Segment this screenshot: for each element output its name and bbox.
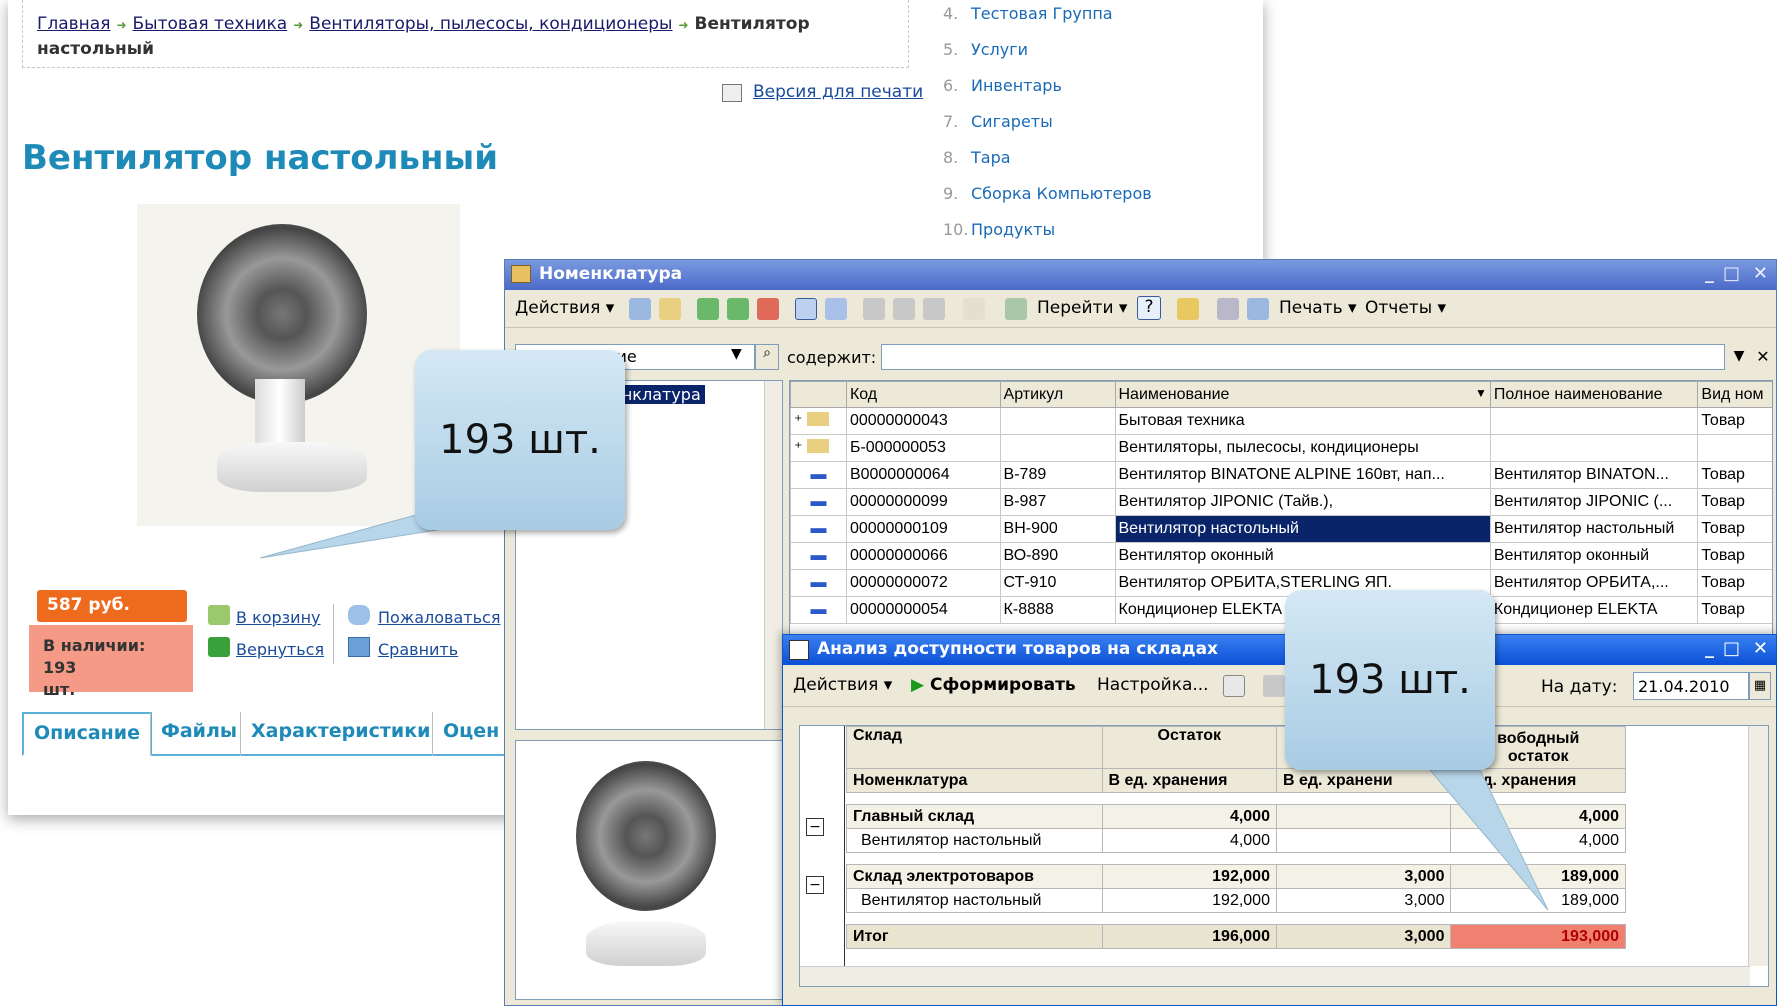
callout-bubble: 193 шт. [1285,590,1495,770]
callout-bubble: 193 шт. [415,350,625,530]
callout-pointers [259,499,1549,911]
screenshot-stage: Главная ➜ Бытовая техника ➜ Вентиляторы, пыл… [0,0,1777,1006]
callout-pointer [1428,769,1549,911]
